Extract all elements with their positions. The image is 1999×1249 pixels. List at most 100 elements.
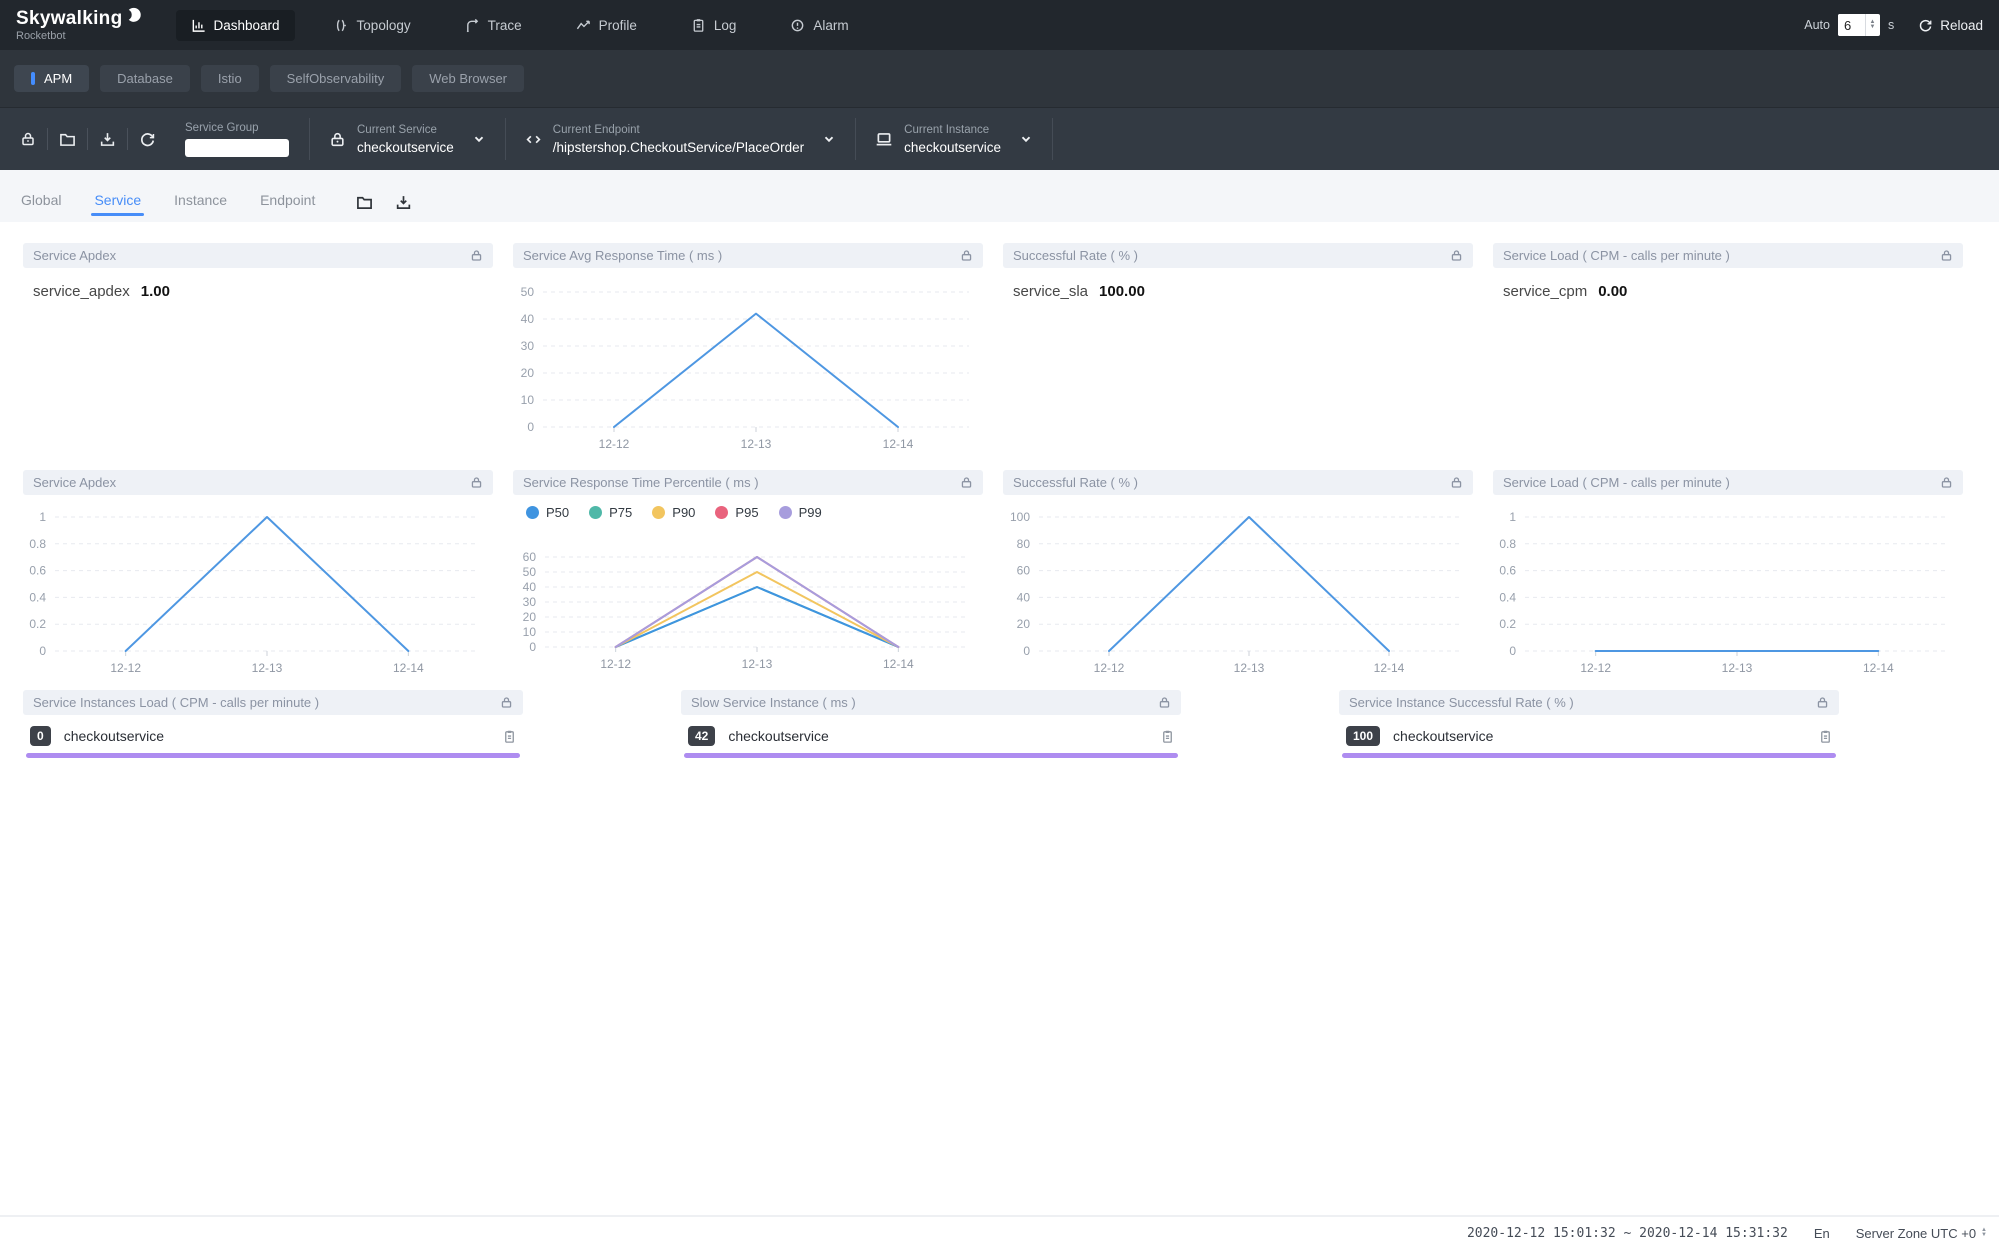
nav-item-dashboard[interactable]: Dashboard xyxy=(176,10,295,41)
layer-tab-apm[interactable]: APM xyxy=(14,65,89,92)
svg-text:0.4: 0.4 xyxy=(1499,590,1516,604)
instance-row[interactable]: 0 checkoutservice xyxy=(23,715,523,746)
legend-label: P99 xyxy=(799,505,822,520)
lock-icon[interactable] xyxy=(470,249,483,262)
panel-response-time-percentile: Service Response Time Percentile ( ms ) … xyxy=(513,470,983,690)
nav-item-topology[interactable]: Topology xyxy=(319,10,426,41)
tab-instance[interactable]: Instance xyxy=(171,192,230,222)
stepper-arrows-icon[interactable]: ▲▼ xyxy=(1865,14,1879,36)
nav-item-log[interactable]: Log xyxy=(676,10,752,41)
panel-service-apdex-metric: Service Apdex service_apdex1.00 xyxy=(23,243,493,470)
lock-icon[interactable] xyxy=(500,696,513,709)
panel-title: Service Load ( CPM - calls per minute ) xyxy=(1503,475,1730,490)
lock-icon[interactable] xyxy=(1816,696,1829,709)
lock-icon[interactable] xyxy=(1940,476,1953,489)
refresh-button[interactable] xyxy=(128,131,167,148)
layer-tab-label: Web Browser xyxy=(429,71,507,86)
svg-text:60: 60 xyxy=(523,550,537,564)
dashboard-toolbar: Service Group Current Service checkoutse… xyxy=(0,107,1999,170)
lock-icon[interactable] xyxy=(1940,249,1953,262)
instance-name: checkoutservice xyxy=(1393,728,1805,744)
panel-row-1: Service Apdex service_apdex1.00 Service … xyxy=(23,243,1999,470)
svg-text:60: 60 xyxy=(1017,564,1031,578)
lock-icon[interactable] xyxy=(1158,696,1171,709)
current-service-selector[interactable]: Current Service checkoutservice xyxy=(310,124,505,155)
tab-service[interactable]: Service xyxy=(91,192,144,222)
nav-item-trace[interactable]: Trace xyxy=(450,10,537,41)
legend-item-p99[interactable]: P99 xyxy=(779,505,822,520)
legend-item-p90[interactable]: P90 xyxy=(652,505,695,520)
svg-text:0.6: 0.6 xyxy=(29,564,46,578)
svg-text:0: 0 xyxy=(529,640,536,654)
tab-endpoint[interactable]: Endpoint xyxy=(257,192,318,222)
svg-text:20: 20 xyxy=(1017,617,1031,631)
panel-service-apdex-chart: Service Apdex 00.20.40.60.8112-1212-1312… xyxy=(23,470,493,690)
svg-text:12-14: 12-14 xyxy=(393,661,424,675)
lock-icon[interactable] xyxy=(960,249,973,262)
layer-tab-web-browser[interactable]: Web Browser xyxy=(412,65,524,92)
alarm-icon xyxy=(790,18,805,33)
device-icon xyxy=(875,130,893,148)
tab-global[interactable]: Global xyxy=(18,192,64,222)
download-icon-button[interactable] xyxy=(384,194,423,222)
download-button[interactable] xyxy=(88,131,127,148)
time-range-picker[interactable]: 2020-12-12 15:01:32 ~ 2020-12-14 15:31:3… xyxy=(1467,1226,1788,1241)
current-instance-selector[interactable]: Current Instance checkoutservice xyxy=(856,124,1052,155)
active-tab-indicator xyxy=(31,72,35,85)
reload-button[interactable]: Reload xyxy=(1918,18,1983,33)
panel-instance-successful-rate: Service Instance Successful Rate ( % ) 1… xyxy=(1339,690,1839,758)
chevron-down-icon xyxy=(822,132,836,146)
current-endpoint-selector[interactable]: Current Endpoint /hipstershop.CheckoutSe… xyxy=(506,124,855,155)
lock-button[interactable] xyxy=(8,131,47,147)
lock-icon[interactable] xyxy=(1450,249,1463,262)
nav-item-profile[interactable]: Profile xyxy=(561,10,652,41)
legend-item-p75[interactable]: P75 xyxy=(589,505,632,520)
stepper-arrows-icon[interactable]: ▲▼ xyxy=(1981,1228,1987,1238)
auto-interval-input-wrap: ▲▼ xyxy=(1838,14,1880,36)
folder-button[interactable] xyxy=(48,131,87,148)
panel-successful-rate-metric: Successful Rate ( % ) service_sla100.00 xyxy=(1003,243,1473,470)
layer-tab-istio[interactable]: Istio xyxy=(201,65,259,92)
top-navbar: Skywalking Rocketbot Dashboard Topology … xyxy=(0,0,1999,50)
server-zone-label: Server Zone UTC +0 xyxy=(1856,1226,1976,1241)
server-zone-control: Server Zone UTC +0 ▲▼ xyxy=(1856,1226,1987,1241)
legend-label: P50 xyxy=(546,505,569,520)
instance-load-bar xyxy=(26,753,520,758)
layer-tab-selfobservability[interactable]: SelfObservability xyxy=(270,65,402,92)
clipboard-copy-icon[interactable] xyxy=(1160,729,1175,744)
svg-text:12-13: 12-13 xyxy=(742,657,773,671)
view-tabbar: Global Service Instance Endpoint xyxy=(0,170,1999,222)
instance-load-bar xyxy=(1342,753,1836,758)
folder-icon-button[interactable] xyxy=(345,194,384,222)
legend-item-p50[interactable]: P50 xyxy=(526,505,569,520)
chart-icon xyxy=(191,18,206,33)
clipboard-copy-icon[interactable] xyxy=(502,729,517,744)
chevron-down-icon xyxy=(1019,132,1033,146)
legend-dot xyxy=(589,506,602,519)
auto-interval-input[interactable] xyxy=(1838,14,1865,36)
lock-icon[interactable] xyxy=(960,476,973,489)
instance-row[interactable]: 42 checkoutservice xyxy=(681,715,1181,746)
language-toggle[interactable]: En xyxy=(1814,1226,1830,1241)
svg-text:20: 20 xyxy=(521,366,535,380)
nav-item-alarm[interactable]: Alarm xyxy=(775,10,863,41)
app-logo: Skywalking Rocketbot xyxy=(16,9,142,42)
instance-row[interactable]: 100 checkoutservice xyxy=(1339,715,1839,746)
layer-tab-database[interactable]: Database xyxy=(100,65,190,92)
footer-bar: 2020-12-12 15:01:32 ~ 2020-12-14 15:31:3… xyxy=(0,1215,1999,1249)
panel-title: Service Instance Successful Rate ( % ) xyxy=(1349,695,1574,710)
svg-text:12-13: 12-13 xyxy=(1234,661,1265,675)
lock-icon[interactable] xyxy=(1450,476,1463,489)
svg-text:30: 30 xyxy=(523,595,537,609)
selector-value: checkoutservice xyxy=(357,140,454,155)
service-group-input[interactable] xyxy=(185,139,289,157)
selector-value: /hipstershop.CheckoutService/PlaceOrder xyxy=(553,140,804,155)
value-badge: 100 xyxy=(1346,726,1380,746)
panel-title: Slow Service Instance ( ms ) xyxy=(691,695,856,710)
lock-icon[interactable] xyxy=(470,476,483,489)
instance-name: checkoutservice xyxy=(64,728,489,744)
legend-item-p95[interactable]: P95 xyxy=(715,505,758,520)
clipboard-copy-icon[interactable] xyxy=(1818,729,1833,744)
lock-icon xyxy=(329,131,346,148)
percentile-legend: P50 P75 P90 P95 P99 xyxy=(513,495,983,529)
